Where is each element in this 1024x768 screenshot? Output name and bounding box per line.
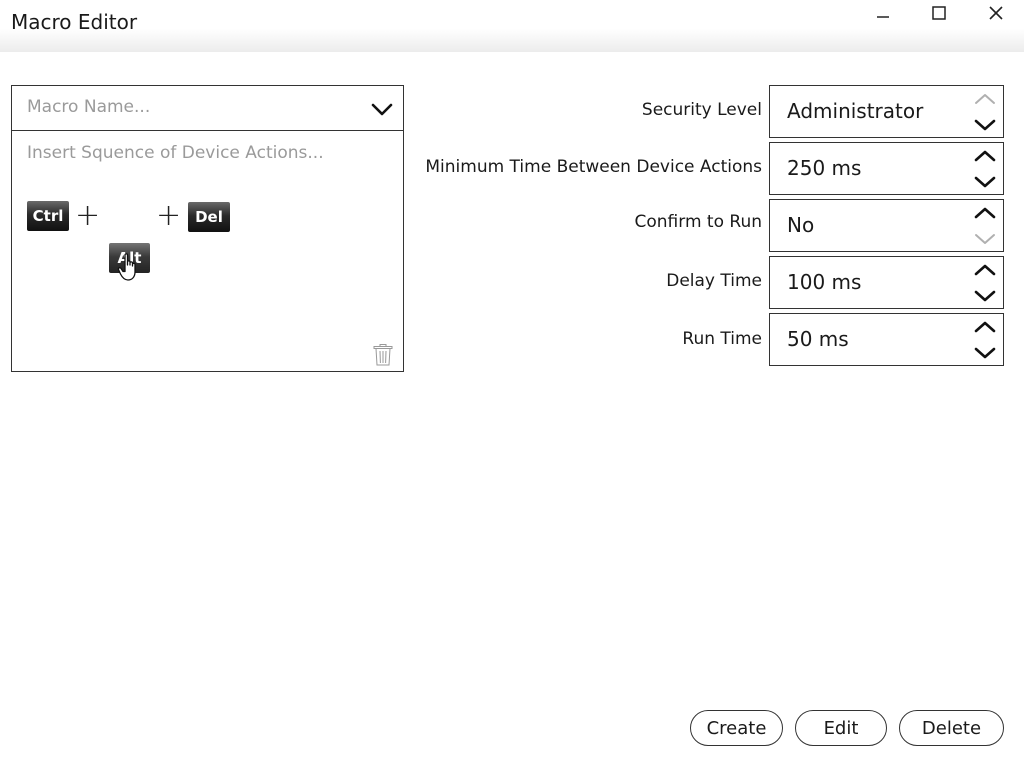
min-time-spinner[interactable]: 250 ms bbox=[769, 142, 1004, 195]
close-icon bbox=[989, 6, 1003, 20]
chevron-down-icon[interactable] bbox=[973, 172, 997, 192]
chevron-up-icon[interactable] bbox=[973, 317, 997, 337]
delay-time-spinner[interactable]: 100 ms bbox=[769, 256, 1004, 309]
chevron-down-icon[interactable] bbox=[371, 99, 393, 119]
macro-name-combobox[interactable]: Macro Name... bbox=[12, 86, 403, 131]
min-time-value: 250 ms bbox=[787, 156, 862, 180]
confirm-to-run-label: Confirm to Run bbox=[634, 212, 762, 232]
chevron-down-icon[interactable] bbox=[973, 343, 997, 363]
minimize-button[interactable] bbox=[865, 0, 901, 26]
confirm-to-run-value: No bbox=[787, 213, 815, 237]
key-ctrl[interactable]: Ctrl bbox=[27, 201, 69, 231]
chevron-down-icon[interactable] bbox=[973, 229, 997, 249]
chevron-up-icon[interactable] bbox=[973, 203, 997, 223]
sequence-placeholder: Insert Squence of Device Actions... bbox=[27, 143, 324, 163]
plus-separator: + bbox=[75, 198, 101, 233]
key-del[interactable]: Del bbox=[188, 202, 230, 232]
maximize-icon bbox=[932, 6, 946, 20]
edit-button[interactable]: Edit bbox=[795, 710, 887, 746]
hand-cursor-icon bbox=[117, 253, 136, 281]
delay-time-value: 100 ms bbox=[787, 270, 862, 294]
maximize-button[interactable] bbox=[921, 0, 957, 26]
macro-sequence-panel: Macro Name... Insert Squence of Device A… bbox=[11, 85, 404, 372]
plus-separator: + bbox=[156, 198, 182, 233]
close-button[interactable] bbox=[978, 0, 1014, 26]
create-button[interactable]: Create bbox=[690, 710, 783, 746]
chevron-up-icon[interactable] bbox=[973, 89, 997, 109]
security-level-value: Administrator bbox=[787, 99, 924, 123]
run-time-label: Run Time bbox=[682, 329, 762, 349]
chevron-up-icon[interactable] bbox=[973, 146, 997, 166]
chevron-up-icon[interactable] bbox=[973, 260, 997, 280]
chevron-down-icon[interactable] bbox=[973, 115, 997, 135]
window-title: Macro Editor bbox=[11, 10, 138, 34]
delay-time-label: Delay Time bbox=[666, 271, 762, 291]
chevron-down-icon[interactable] bbox=[973, 286, 997, 306]
macro-name-placeholder: Macro Name... bbox=[27, 97, 151, 117]
title-bar: Macro Editor bbox=[0, 0, 1024, 52]
trash-icon[interactable] bbox=[373, 344, 393, 366]
security-level-label: Security Level bbox=[641, 100, 762, 120]
run-time-value: 50 ms bbox=[787, 327, 849, 351]
minimize-icon bbox=[877, 16, 889, 18]
min-time-label: Minimum Time Between Device Actions bbox=[425, 157, 762, 177]
delete-button[interactable]: Delete bbox=[899, 710, 1004, 746]
run-time-spinner[interactable]: 50 ms bbox=[769, 313, 1004, 366]
confirm-to-run-spinner[interactable]: No bbox=[769, 199, 1004, 252]
security-level-spinner[interactable]: Administrator bbox=[769, 85, 1004, 138]
